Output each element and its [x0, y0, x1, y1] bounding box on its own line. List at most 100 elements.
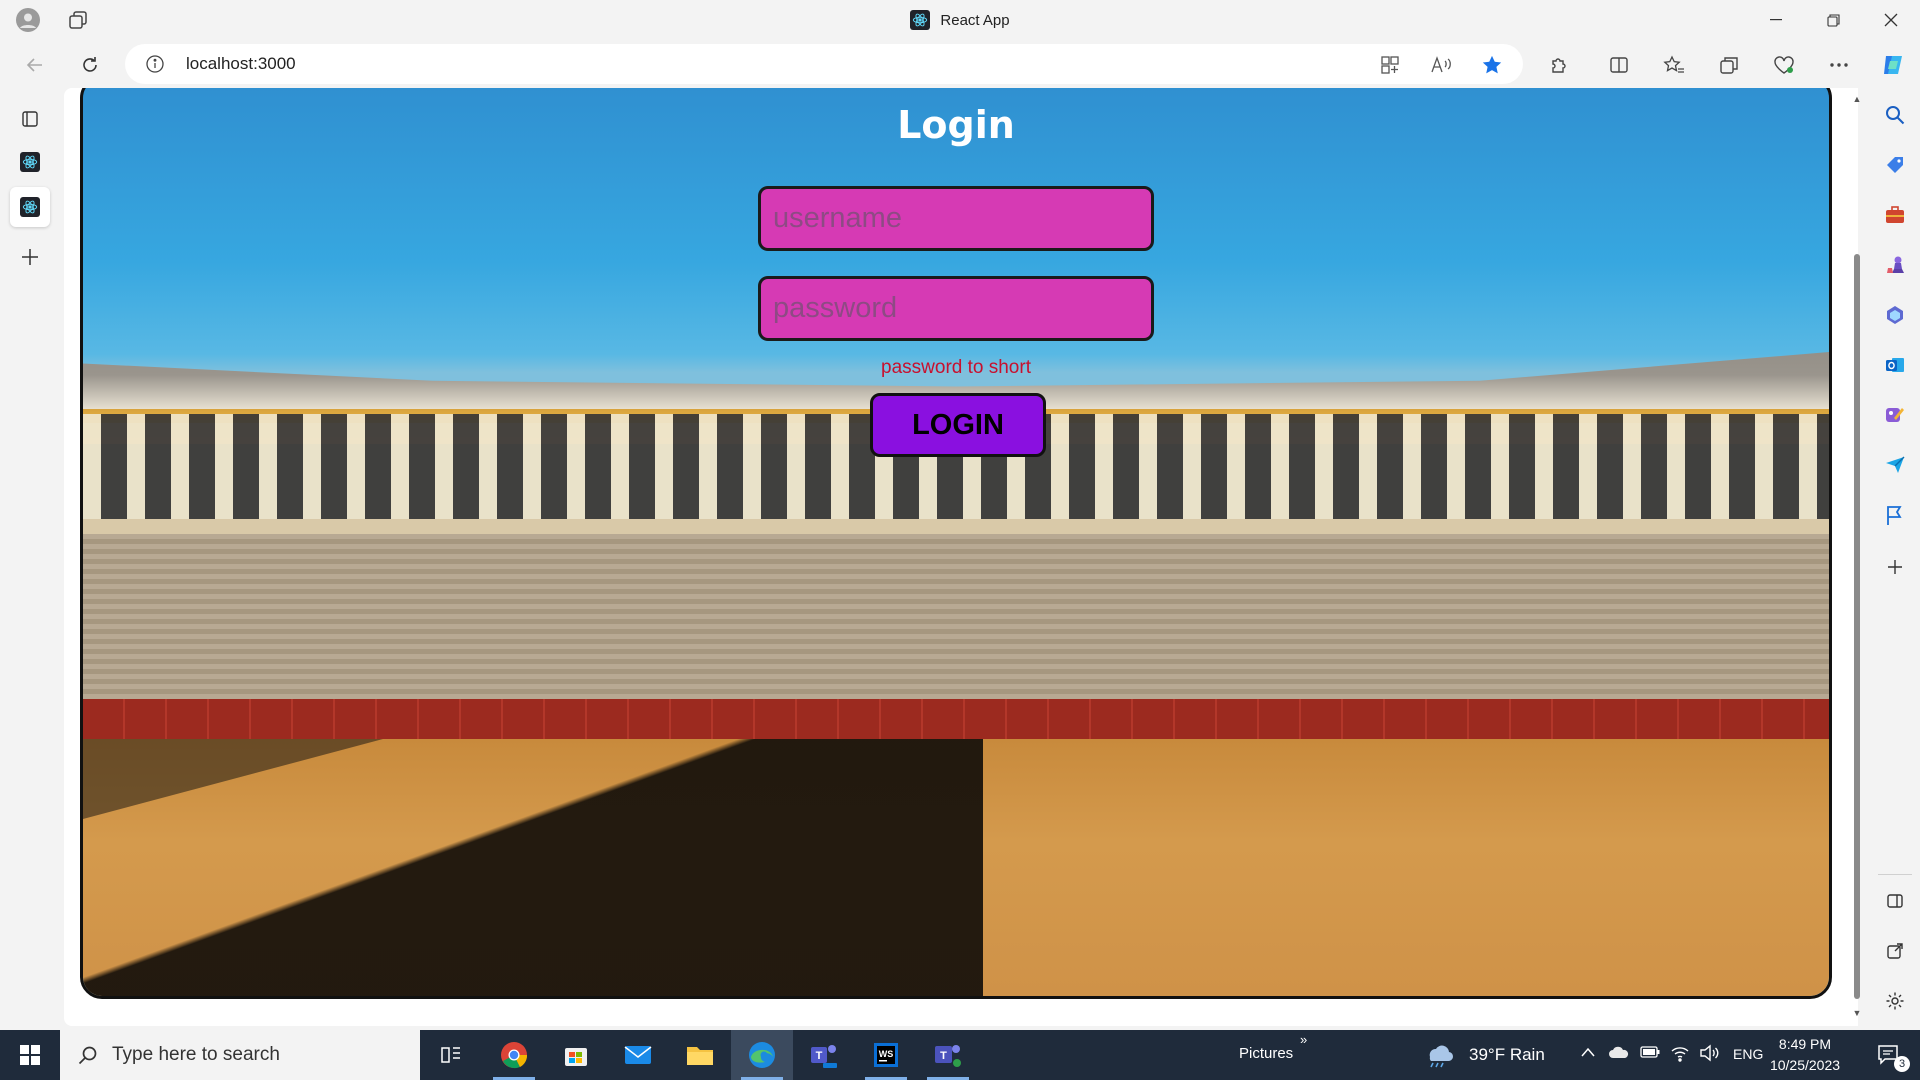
- chrome-icon: [501, 1042, 528, 1069]
- onedrive-icon[interactable]: [1608, 1045, 1630, 1063]
- taskbar-search-box[interactable]: Type here to search: [60, 1030, 420, 1080]
- site-info-icon[interactable]: [145, 54, 165, 74]
- plus-icon: [22, 249, 38, 265]
- feedback-flag-icon[interactable]: [1882, 502, 1908, 528]
- tab-react-app-2[interactable]: [10, 187, 50, 227]
- open-in-window-icon[interactable]: [1882, 938, 1908, 964]
- edge-sidebar: [1870, 88, 1920, 1030]
- browser-essentials-icon[interactable]: [1769, 50, 1799, 80]
- microsoft-365-icon[interactable]: [1882, 302, 1908, 328]
- url-text[interactable]: localhost:3000: [186, 54, 296, 74]
- window-titlebar: React App: [0, 0, 1920, 40]
- workspaces-icon[interactable]: [66, 8, 90, 32]
- start-button[interactable]: [0, 1030, 60, 1080]
- taskbar-teams[interactable]: T: [917, 1030, 979, 1080]
- teams-classic-icon: T: [935, 1045, 961, 1067]
- password-error-message: password to short: [881, 357, 1031, 378]
- task-view-button[interactable]: [420, 1030, 482, 1080]
- taskbar-teams-new[interactable]: T: [793, 1030, 855, 1080]
- weather-text[interactable]: 39°F Rain: [1469, 1045, 1545, 1065]
- login-background: Login password to short LOGIN: [80, 88, 1832, 999]
- svg-text:T: T: [816, 1050, 823, 1062]
- favorites-icon[interactable]: [1659, 50, 1689, 80]
- weather-icon[interactable]: [1420, 1030, 1456, 1080]
- split-screen-icon[interactable]: [1604, 50, 1634, 80]
- show-hidden-icons-icon[interactable]: [1580, 1042, 1596, 1063]
- back-button[interactable]: [20, 50, 50, 80]
- notification-count-badge: 3: [1894, 1056, 1910, 1072]
- taskbar-mail[interactable]: [607, 1030, 669, 1080]
- page-viewport: Login password to short LOGIN: [64, 88, 1858, 1026]
- scroll-down-icon[interactable]: ▼: [1852, 1008, 1862, 1018]
- windows-logo-icon: [20, 1045, 40, 1065]
- taskbar-chrome[interactable]: [483, 1030, 545, 1080]
- react-logo-icon: [910, 10, 931, 30]
- back-arrow-icon: [26, 58, 42, 72]
- refresh-button[interactable]: [75, 50, 105, 80]
- taskbar-file-explorer[interactable]: [669, 1030, 731, 1080]
- mail-icon: [624, 1046, 652, 1064]
- outlook-icon[interactable]: [1882, 352, 1908, 378]
- send-drop-icon[interactable]: [1882, 452, 1908, 478]
- taskbar-webstorm[interactable]: WS: [855, 1030, 917, 1080]
- svg-text:T: T: [940, 1050, 947, 1062]
- designer-icon[interactable]: [1882, 402, 1908, 428]
- read-aloud-icon[interactable]: [1428, 52, 1454, 78]
- taskbar-edge[interactable]: [731, 1030, 793, 1080]
- minimize-button[interactable]: [1749, 0, 1803, 40]
- taskbar-clock[interactable]: 8:49 PM 10/25/2023: [1758, 1034, 1852, 1076]
- clock-time: 8:49 PM: [1778, 1036, 1832, 1052]
- shopping-tag-icon[interactable]: [1882, 152, 1908, 178]
- extensions-icon[interactable]: [1544, 50, 1574, 80]
- volume-icon[interactable]: [1699, 1044, 1719, 1066]
- scroll-up-icon[interactable]: ▲: [1852, 94, 1862, 104]
- wifi-icon[interactable]: [1670, 1044, 1690, 1066]
- scroll-thumb[interactable]: [1854, 254, 1860, 999]
- react-icon: [20, 152, 40, 172]
- folder-icon: [687, 1047, 713, 1065]
- pictures-toolbar-label[interactable]: Pictures: [1239, 1045, 1293, 1062]
- tools-briefcase-icon[interactable]: [1882, 202, 1908, 228]
- react-icon: [20, 197, 40, 217]
- clock-date: 10/25/2023: [1769, 1057, 1841, 1073]
- profile-avatar-icon[interactable]: [16, 8, 40, 32]
- navigation-toolbar: localhost:3000: [0, 40, 1920, 88]
- refresh-icon: [83, 57, 97, 72]
- edge-icon: [749, 1042, 775, 1068]
- window-title-text: React App: [940, 11, 1010, 29]
- restore-icon: [1826, 13, 1840, 27]
- notification-center-button[interactable]: 3: [1858, 1030, 1920, 1080]
- search-icon[interactable]: [1882, 102, 1908, 128]
- toolbar-expand-icon[interactable]: »: [1300, 1032, 1307, 1047]
- tab-react-app-1[interactable]: [10, 142, 50, 182]
- sidebar-settings-icon[interactable]: [1882, 988, 1908, 1014]
- new-tab-button[interactable]: [10, 237, 50, 277]
- page-scrollbar[interactable]: ▲ ▼: [1852, 94, 1862, 1022]
- copilot-icon[interactable]: [1878, 50, 1908, 80]
- task-view-icon: [441, 1047, 460, 1063]
- close-button[interactable]: [1864, 0, 1918, 40]
- store-icon: [565, 1048, 587, 1066]
- login-button[interactable]: LOGIN: [870, 393, 1046, 457]
- taskbar-search-placeholder: Type here to search: [112, 1044, 280, 1065]
- games-chess-icon[interactable]: [1882, 252, 1908, 278]
- battery-icon[interactable]: [1640, 1045, 1660, 1063]
- settings-more-icon[interactable]: [1824, 50, 1854, 80]
- hide-sidebar-icon[interactable]: [1882, 888, 1908, 914]
- taskbar-microsoft-store[interactable]: [545, 1030, 607, 1080]
- tab-actions-menu-icon[interactable]: [10, 99, 50, 139]
- minimize-icon: [1770, 19, 1782, 21]
- app-available-icon[interactable]: [1377, 52, 1403, 78]
- svg-text:WS: WS: [879, 1049, 894, 1059]
- login-heading: Login: [897, 103, 1015, 147]
- username-input[interactable]: [758, 186, 1154, 251]
- vertical-tabs-panel: [0, 88, 60, 1030]
- address-bar[interactable]: localhost:3000: [125, 44, 1523, 84]
- restore-button[interactable]: [1806, 0, 1860, 40]
- favorite-star-icon[interactable]: [1479, 52, 1505, 78]
- search-icon: [78, 1046, 97, 1065]
- collections-icon[interactable]: [1714, 50, 1744, 80]
- webstorm-icon: WS: [874, 1043, 898, 1067]
- password-input[interactable]: [758, 276, 1154, 341]
- add-sidebar-app-icon[interactable]: [1882, 554, 1908, 580]
